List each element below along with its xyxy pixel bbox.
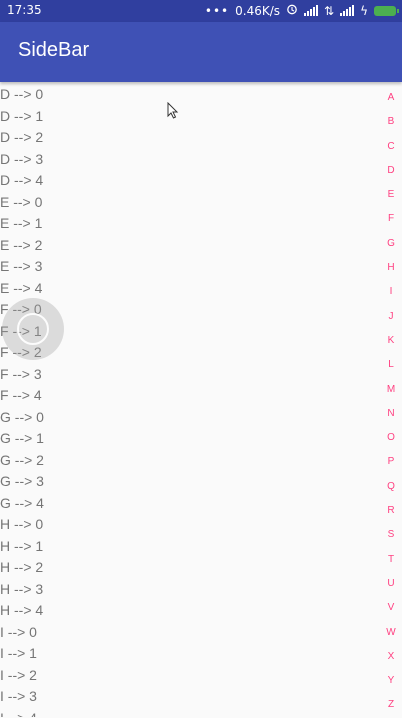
sidebar-letter[interactable]: R — [380, 499, 402, 523]
sidebar-letter[interactable]: F — [380, 207, 402, 231]
sidebar-letter[interactable]: V — [380, 596, 402, 620]
list-item[interactable]: D --> 4 — [0, 170, 380, 192]
app-title: SideBar — [18, 39, 90, 61]
more-dots-icon: ••• — [204, 3, 230, 18]
sidebar-letter[interactable]: K — [380, 329, 402, 353]
sidebar-letter[interactable]: Z — [380, 693, 402, 717]
list-item[interactable]: I --> 4 — [0, 708, 380, 718]
list-item[interactable]: H --> 2 — [0, 557, 380, 579]
list-item[interactable]: I --> 2 — [0, 665, 380, 687]
data-arrows-icon: ⇅ — [324, 3, 335, 18]
sidebar-letter[interactable]: W — [380, 621, 402, 645]
list-item[interactable]: E --> 2 — [0, 235, 380, 257]
sidebar-letter[interactable]: B — [380, 110, 402, 134]
alarm-icon — [286, 3, 298, 18]
sidebar-letter[interactable]: Q — [380, 475, 402, 499]
sidebar-letter[interactable]: E — [380, 183, 402, 207]
list-item[interactable]: G --> 1 — [0, 428, 380, 450]
list-item[interactable]: E --> 1 — [0, 213, 380, 235]
list-item[interactable]: G --> 3 — [0, 471, 380, 493]
alphabet-sidebar[interactable]: ABCDEFGHIJKLMNOPQRSTUVWXYZ — [380, 86, 402, 717]
list-item[interactable]: I --> 3 — [0, 686, 380, 708]
sidebar-letter[interactable]: A — [380, 86, 402, 110]
sidebar-letter[interactable]: I — [380, 280, 402, 304]
list-item[interactable]: H --> 1 — [0, 536, 380, 558]
sidebar-letter[interactable]: M — [380, 378, 402, 402]
sidebar-letter[interactable]: N — [380, 402, 402, 426]
charging-icon: ϟ — [360, 3, 368, 18]
list-item[interactable]: D --> 0 — [0, 84, 380, 106]
sidebar-letter[interactable]: S — [380, 523, 402, 547]
list-item[interactable]: I --> 0 — [0, 622, 380, 644]
status-bar: 17:35 ••• 0.46K/s ⇅ ϟ — [0, 0, 402, 22]
signal-4g-icon — [340, 5, 355, 16]
list-item[interactable]: H --> 4 — [0, 600, 380, 622]
item-list[interactable]: D --> 0D --> 1D --> 2D --> 3D --> 4E -->… — [0, 84, 380, 717]
app-bar: SideBar — [0, 22, 402, 82]
mouse-cursor-icon — [167, 102, 179, 119]
sidebar-letter[interactable]: P — [380, 450, 402, 474]
sidebar-letter[interactable]: L — [380, 353, 402, 377]
list-item[interactable]: G --> 4 — [0, 493, 380, 515]
status-time: 17:35 — [7, 3, 42, 17]
sidebar-letter[interactable]: C — [380, 135, 402, 159]
sidebar-letter[interactable]: Y — [380, 669, 402, 693]
list-item[interactable]: D --> 2 — [0, 127, 380, 149]
battery-icon — [374, 5, 399, 16]
signal-icon — [304, 5, 319, 16]
list-item[interactable]: G --> 0 — [0, 407, 380, 429]
sidebar-letter[interactable]: O — [380, 426, 402, 450]
sidebar-letter[interactable]: J — [380, 305, 402, 329]
list-item[interactable]: E --> 3 — [0, 256, 380, 278]
sidebar-letter[interactable]: D — [380, 159, 402, 183]
list-item[interactable]: D --> 1 — [0, 106, 380, 128]
status-icons: ••• 0.46K/s ⇅ ϟ — [204, 3, 399, 18]
list-item[interactable]: H --> 3 — [0, 579, 380, 601]
list-item[interactable]: E --> 0 — [0, 192, 380, 214]
sidebar-letter[interactable]: X — [380, 645, 402, 669]
list-item[interactable]: E --> 4 — [0, 278, 380, 300]
sidebar-letter[interactable]: G — [380, 232, 402, 256]
sidebar-letter[interactable]: T — [380, 548, 402, 572]
list-item[interactable]: F --> 4 — [0, 385, 380, 407]
network-speed: 0.46K/s — [235, 3, 281, 18]
list-item[interactable]: H --> 0 — [0, 514, 380, 536]
sidebar-letter[interactable]: U — [380, 572, 402, 596]
touch-indicator — [2, 298, 64, 360]
list-item[interactable]: I --> 1 — [0, 643, 380, 665]
sidebar-letter[interactable]: H — [380, 256, 402, 280]
list-item[interactable]: F --> 3 — [0, 364, 380, 386]
list-item[interactable]: G --> 2 — [0, 450, 380, 472]
list-item[interactable]: D --> 3 — [0, 149, 380, 171]
